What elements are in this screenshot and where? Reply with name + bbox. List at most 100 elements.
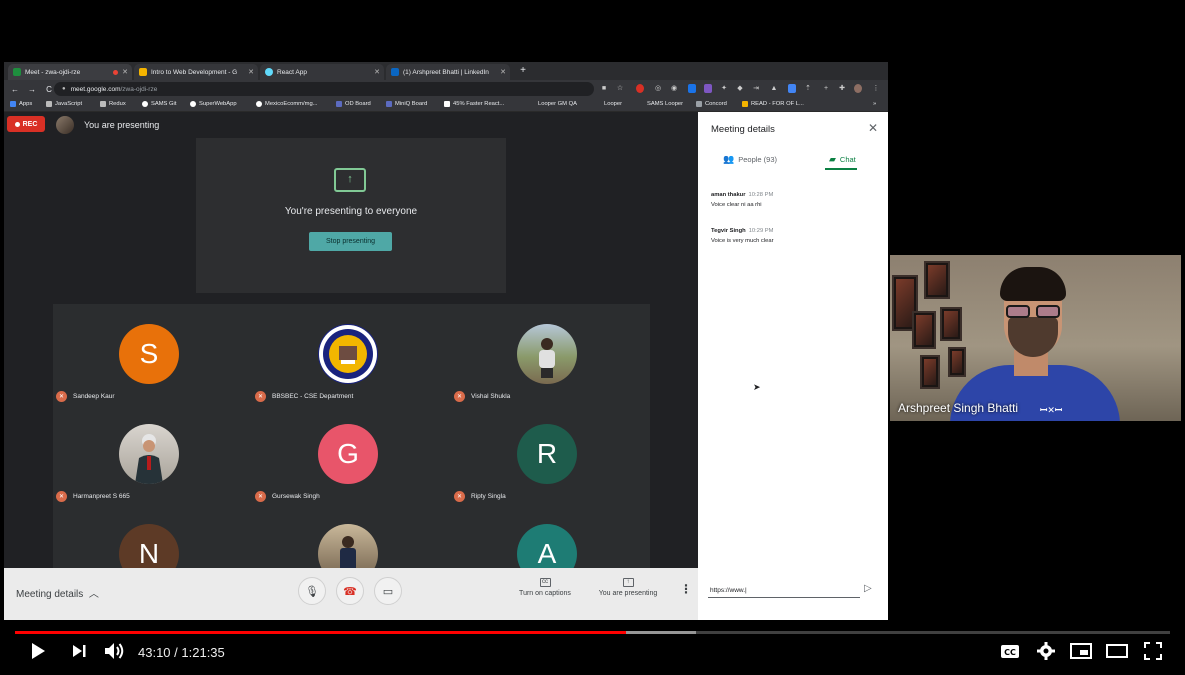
microphone-button[interactable]: 🎙 [298, 577, 326, 605]
fullscreen-icon [1144, 642, 1162, 660]
lock-icon: ● [62, 86, 66, 92]
extension-icon[interactable]: ▲ [770, 84, 778, 93]
chat-message: aman thakur 10:28 PM Voice clear ni aa rh… [711, 192, 774, 208]
tab-close-icon[interactable]: ✕ [248, 68, 254, 76]
tab-react-app[interactable]: React App ✕ [260, 64, 384, 80]
recording-badge: REC [7, 116, 45, 132]
bookmark-link[interactable]: SAMS Looper [647, 101, 683, 107]
tab-close-icon[interactable]: ✕ [122, 68, 128, 76]
bookmark-link[interactable]: OD Board [336, 101, 371, 107]
extension-icon[interactable] [704, 84, 712, 93]
tab-meet[interactable]: Meet - zwa-ojdi-rze ✕ [8, 64, 132, 80]
meet-stage: REC You are presenting ↑ You're presenti… [4, 112, 698, 620]
present-now-button[interactable]: ↑ You are presenting [596, 578, 660, 597]
star-icon[interactable]: ☆ [616, 84, 624, 93]
back-icon[interactable]: ← [9, 85, 21, 94]
bookmark-link[interactable]: READ - FOR OF L... [742, 101, 804, 107]
bookmark-link[interactable]: SAMS Git [142, 101, 176, 107]
time-display: 43:10 / 1:21:35 [138, 645, 225, 660]
volume-button[interactable] [102, 640, 128, 662]
stop-presenting-button[interactable]: Stop presenting [309, 232, 392, 251]
extension-icon[interactable] [788, 84, 796, 93]
extension-icon[interactable] [636, 84, 644, 93]
url-field[interactable]: ● meet.google.com/zwa-ojdi-rze [54, 82, 594, 96]
tab-intro-web-dev[interactable]: Intro to Web Development - G ✕ [134, 64, 258, 80]
miniplayer-icon [1070, 643, 1092, 659]
person-photo-icon [135, 434, 163, 484]
play-button[interactable] [26, 640, 50, 662]
meeting-details-toggle[interactable]: Meeting details ︿ [16, 585, 99, 600]
video-player[interactable]: Meet - zwa-ojdi-rze ✕ Intro to Web Devel… [4, 6, 1181, 670]
next-button[interactable] [68, 640, 90, 662]
chevron-up-icon: ︿ [86, 589, 99, 600]
extension-icon[interactable]: ◎ [654, 84, 662, 93]
active-tab-indicator [825, 168, 857, 170]
bookmark-link[interactable]: SuperWebApp [190, 101, 237, 107]
tab-people[interactable]: 👥 People (93) [723, 154, 777, 165]
board-icon [336, 101, 342, 107]
bookmark-link[interactable]: 45% Faster React... [444, 101, 504, 107]
extension-icon[interactable]: + [822, 84, 830, 93]
forward-icon[interactable]: → [26, 85, 38, 94]
bookmark-apps[interactable]: Apps [10, 101, 32, 107]
bookmark-folder[interactable]: JavaScript [46, 101, 82, 107]
chat-icon: ▰ [829, 154, 836, 164]
bookmark-link[interactable]: MexicoEcomm/mg... [256, 101, 318, 107]
chat-message-input[interactable]: https://www.| [708, 584, 860, 598]
mic-muted-icon: ✕ [56, 491, 67, 502]
theater-mode-button[interactable] [1104, 640, 1130, 662]
captions-button[interactable]: cc Turn on captions [514, 578, 576, 597]
close-icon[interactable]: ✕ [868, 121, 878, 135]
bookmark-link[interactable]: Concord [696, 101, 727, 107]
kebab-menu-icon[interactable]: ⋮ [872, 84, 880, 93]
settings-button[interactable] [1033, 640, 1059, 662]
next-icon [73, 645, 86, 657]
tab-chat[interactable]: ▰ Chat [829, 154, 856, 165]
participant-tile[interactable]: R ✕ Ripty Singla [451, 404, 650, 504]
subtitles-button[interactable]: CC [997, 640, 1023, 662]
webcam-overlay: Arshpreet Singh Bhatti ꟷ✕ꟷ [890, 255, 1181, 421]
folder-icon [100, 101, 106, 107]
github-icon [190, 101, 196, 107]
extension-icon[interactable]: ⇥ [752, 84, 760, 93]
microphone-icon: 🎙 [305, 585, 319, 598]
folder-icon [46, 101, 52, 107]
bookmark-folder[interactable]: Redux [100, 101, 126, 107]
bookmark-link[interactable]: MiniQ Board [386, 101, 427, 107]
slides-favicon-icon [139, 68, 147, 76]
mic-muted-icon: ✕ [255, 491, 266, 502]
tab-close-icon[interactable]: ✕ [500, 68, 506, 76]
github-icon [142, 101, 148, 107]
glasses-icon [1006, 305, 1062, 318]
participant-tile[interactable]: G ✕ Gursewak Singh [252, 404, 451, 504]
camera-button[interactable]: ▭ [374, 577, 402, 605]
profile-avatar[interactable] [854, 84, 862, 93]
tab-linkedin[interactable]: (1) Arshpreet Bhatti | LinkedIn ✕ [386, 64, 510, 80]
miniplayer-button[interactable] [1068, 640, 1094, 662]
progress-bar[interactable] [15, 631, 1170, 634]
meet-favicon-icon [13, 68, 21, 76]
new-tab-icon[interactable]: + [517, 65, 529, 77]
github-icon [256, 101, 262, 107]
bookmarks-overflow-icon[interactable]: » [873, 101, 876, 107]
fullscreen-button[interactable] [1140, 640, 1166, 662]
more-options-icon[interactable]: ⋮ [680, 582, 692, 596]
participant-tile[interactable]: ✕ BBSBEC - CSE Department [252, 304, 451, 404]
panel-title: Meeting details [711, 124, 775, 135]
puzzle-icon[interactable]: ✚ [838, 84, 846, 93]
participant-tile[interactable]: ✕ Harmanpreet S 665 [53, 404, 252, 504]
extension-icon[interactable]: ◉ [670, 84, 678, 93]
bookmark-link[interactable]: Looper GM QA [538, 101, 577, 107]
camera-icon[interactable]: ■ [600, 84, 608, 93]
extension-icon[interactable]: ⇡ [804, 84, 812, 93]
participant-tile[interactable]: ✕ Vishal Shukla [451, 304, 650, 404]
linkedin-favicon-icon [391, 68, 399, 76]
extension-icon[interactable]: ◆ [736, 84, 744, 93]
bookmark-link[interactable]: Looper [604, 101, 622, 107]
tab-close-icon[interactable]: ✕ [374, 68, 380, 76]
participant-tile[interactable]: S ✕ Sandeep Kaur [53, 304, 252, 404]
send-icon[interactable]: ▷ [864, 583, 872, 594]
extension-icon[interactable]: ✦ [720, 84, 728, 93]
extension-icon[interactable] [688, 84, 696, 93]
leave-call-button[interactable]: ☎ [336, 577, 364, 605]
